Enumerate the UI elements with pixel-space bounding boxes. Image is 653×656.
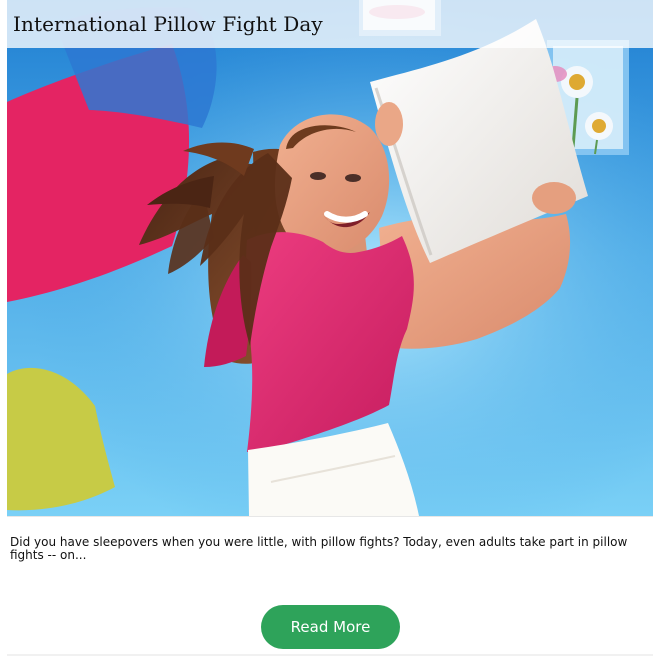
page-title: International Pillow Fight Day xyxy=(13,12,323,36)
content-card: International Pillow Fight Day Did you h… xyxy=(0,0,653,656)
hero-image xyxy=(7,0,653,517)
article-excerpt: Did you have sleepovers when you were li… xyxy=(10,535,628,562)
read-more-button-wrap: Read More xyxy=(261,605,400,649)
pillow-fight-photo xyxy=(7,0,653,516)
title-bar: International Pillow Fight Day xyxy=(7,0,653,48)
read-more-button[interactable]: Read More xyxy=(261,605,400,649)
